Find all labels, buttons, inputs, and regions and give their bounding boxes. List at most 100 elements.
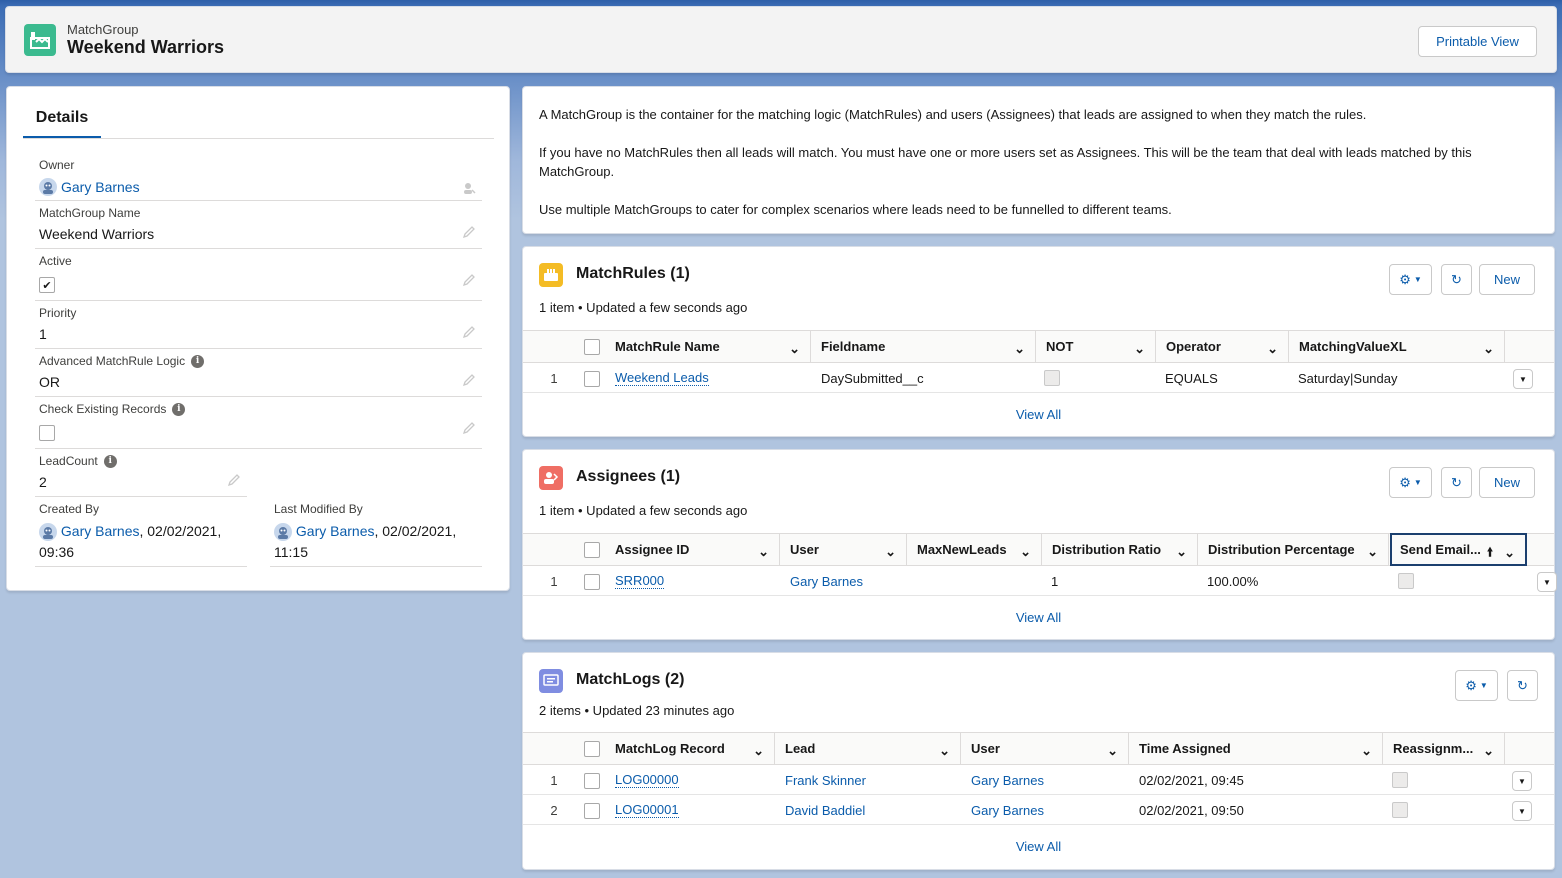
chevron-down-icon[interactable]: ⌄ [1504,545,1515,561]
column-header-assignee-id[interactable]: Assignee ID ⌄ [605,534,780,565]
select-all-checkbox[interactable] [584,741,600,757]
column-header-lead[interactable]: Lead ⌄ [775,733,961,764]
field-label-text: Check Existing Records [39,402,167,416]
printable-view-button[interactable]: Printable View [1418,26,1537,57]
matchrules-title[interactable]: MatchRules (1) [576,265,690,283]
field-label: Created By [39,502,100,516]
assignees-icon [539,466,563,490]
pencil-icon[interactable] [462,273,476,287]
chevron-down-icon[interactable]: ⌄ [1267,341,1278,357]
chevron-down-icon: ▼ [1519,374,1527,384]
chevron-down-icon[interactable]: ⌄ [939,743,950,759]
tab-details[interactable]: Details [23,104,101,139]
chevron-down-icon[interactable]: ⌄ [1134,341,1145,357]
lead-link[interactable]: Frank Skinner [785,773,866,788]
pencil-icon[interactable] [462,225,476,239]
chevron-down-icon[interactable]: ⌄ [1020,544,1031,560]
info-icon[interactable]: i [103,454,117,468]
pencil-icon[interactable] [462,421,476,435]
column-header-maxnewleads[interactable]: MaxNewLeads ⌄ [907,534,1042,565]
settings-menu-button[interactable]: ⚙ ▼ [1389,264,1432,295]
pencil-icon[interactable] [227,473,241,487]
row-checkbox[interactable] [584,803,600,819]
field-value: Gary Barnes, 02/02/2021, 11:15 [274,521,479,563]
chevron-down-icon[interactable]: ⌄ [1483,743,1494,759]
column-header-user[interactable]: User ⌄ [780,534,907,565]
column-header-not[interactable]: NOT ⌄ [1036,331,1156,362]
column-header-operator[interactable]: Operator ⌄ [1156,331,1289,362]
matchlog-link[interactable]: LOG00000 [615,772,679,788]
row-action-menu[interactable]: ▼ [1513,369,1533,389]
reassignment-checkbox [1392,802,1408,818]
row-number: 1 [550,573,558,589]
matchrule-link[interactable]: Weekend Leads [615,370,709,386]
chevron-down-icon: ▼ [1518,806,1526,816]
table-row: 1 Weekend Leads DaySubmitted__c EQUALS S… [523,363,1554,393]
tab-divider [23,138,494,139]
chevron-down-icon[interactable]: ⌄ [789,341,800,357]
row-action-menu[interactable]: ▼ [1512,771,1532,791]
assignee-id-cell: SRR000 [615,566,665,596]
user-link[interactable]: Gary Barnes [971,773,1044,788]
column-header-reassignment[interactable]: Reassignm... ⌄ [1383,733,1505,764]
column-header-distribution-ratio[interactable]: Distribution Ratio ⌄ [1042,534,1198,565]
refresh-button[interactable]: ↻ [1441,264,1472,295]
row-action-menu[interactable]: ▼ [1537,572,1557,592]
view-all-link[interactable]: View All [523,839,1554,854]
column-header-user[interactable]: User ⌄ [961,733,1129,764]
view-all-link[interactable]: View All [523,407,1554,422]
table-row: 2 LOG00001 David Baddiel Gary Barnes 02/… [523,795,1554,825]
column-header-send-email[interactable]: Send Email... 🠙 ⌄ [1390,533,1527,566]
refresh-icon: ↻ [1451,271,1462,287]
settings-menu-button[interactable]: ⚙ ▼ [1455,670,1498,701]
chevron-down-icon[interactable]: ⌄ [758,544,769,560]
chevron-down-icon[interactable]: ⌄ [1483,341,1494,357]
select-all-checkbox[interactable] [584,542,600,558]
new-matchrule-button[interactable]: New [1479,264,1535,295]
lead-link[interactable]: David Baddiel [785,803,865,818]
matchlogs-title[interactable]: MatchLogs (2) [576,671,684,689]
column-header-matchingvaluexl[interactable]: MatchingValueXL ⌄ [1289,331,1505,362]
reassignment-cell [1392,765,1408,795]
field-value: Weekend Warriors [39,226,155,242]
row-checkbox[interactable] [584,773,600,789]
row-checkbox[interactable] [584,574,600,590]
assignee-link[interactable]: SRR000 [615,573,665,589]
chevron-down-icon[interactable]: ⌄ [1176,544,1187,560]
help-paragraph: Use multiple MatchGroups to cater for co… [539,202,1172,217]
owner-link[interactable]: Gary Barnes [61,179,140,195]
created-by-link[interactable]: Gary Barnes [61,523,140,539]
settings-menu-button[interactable]: ⚙ ▼ [1389,467,1432,498]
chevron-down-icon[interactable]: ⌄ [1367,544,1378,560]
column-header-matchlog-record[interactable]: MatchLog Record ⌄ [605,733,775,764]
new-assignee-button[interactable]: New [1479,467,1535,498]
info-icon[interactable]: i [172,402,186,416]
column-header-distribution-percentage[interactable]: Distribution Percentage ⌄ [1198,534,1389,565]
info-icon[interactable]: i [191,354,205,368]
assignees-title[interactable]: Assignees (1) [576,468,680,486]
column-header-matchrule-name[interactable]: MatchRule Name ⌄ [605,331,811,362]
matchlog-link[interactable]: LOG00001 [615,802,679,818]
refresh-button[interactable]: ↻ [1507,670,1538,701]
row-action-menu[interactable]: ▼ [1512,801,1532,821]
refresh-button[interactable]: ↻ [1441,467,1472,498]
select-all-checkbox[interactable] [584,339,600,355]
chevron-down-icon[interactable]: ⌄ [1361,743,1372,759]
chevron-down-icon[interactable]: ⌄ [753,743,764,759]
pencil-icon[interactable] [462,373,476,387]
chevron-down-icon[interactable]: ⌄ [885,544,896,560]
object-type-label: MatchGroup [67,22,139,37]
user-link[interactable]: Gary Barnes [790,574,863,589]
modified-by-link[interactable]: Gary Barnes [296,523,375,539]
user-link[interactable]: Gary Barnes [971,803,1044,818]
field-label: Advanced MatchRule Logic i [39,354,205,368]
row-checkbox[interactable] [584,371,600,387]
column-header-time-assigned[interactable]: Time Assigned ⌄ [1129,733,1383,764]
chevron-down-icon[interactable]: ⌄ [1014,341,1025,357]
column-header-fieldname[interactable]: Fieldname ⌄ [811,331,1036,362]
pencil-icon[interactable] [462,325,476,339]
app-icon [24,24,56,56]
change-owner-icon[interactable] [462,181,476,195]
view-all-link[interactable]: View All [523,610,1554,625]
chevron-down-icon[interactable]: ⌄ [1107,743,1118,759]
